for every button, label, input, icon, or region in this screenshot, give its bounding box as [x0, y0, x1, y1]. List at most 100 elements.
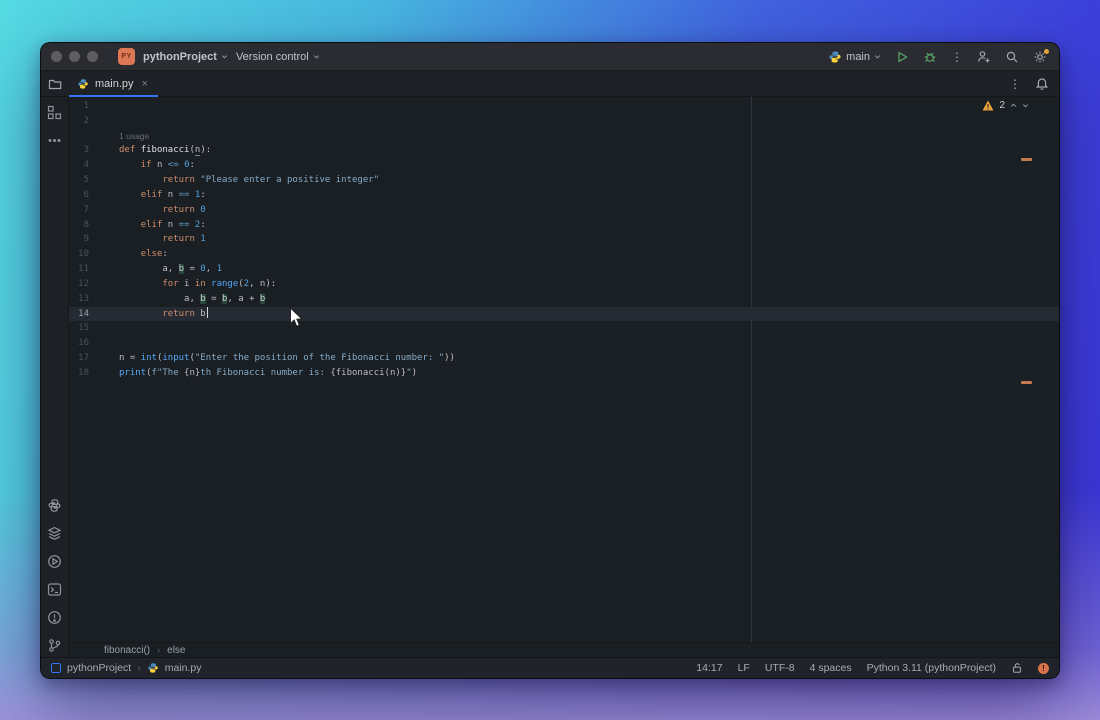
- breadcrumb-item[interactable]: else: [167, 645, 185, 656]
- git-tool-icon[interactable]: [47, 638, 62, 653]
- zoom-window-button[interactable]: [87, 51, 98, 62]
- editor-options-button[interactable]: ⋮: [1009, 78, 1021, 90]
- close-tab-icon[interactable]: ×: [142, 78, 148, 90]
- python-console-icon[interactable]: [47, 498, 62, 513]
- code-text: for i in range(2, n):: [119, 277, 276, 292]
- code-row[interactable]: 13 a, b = b, a + b: [69, 292, 1059, 307]
- code-row[interactable]: 17n = int(input("Enter the position of t…: [69, 351, 1059, 366]
- code-text: return b: [119, 307, 208, 322]
- line-number[interactable]: 11: [69, 262, 119, 277]
- close-window-button[interactable]: [51, 51, 62, 62]
- line-number[interactable]: 9: [69, 232, 119, 247]
- status-widget[interactable]: 4 spaces: [810, 662, 852, 674]
- code-row[interactable]: 5 return "Please enter a positive intege…: [69, 173, 1059, 188]
- line-number[interactable]: 3: [69, 143, 119, 158]
- run-button[interactable]: [895, 50, 909, 64]
- code-text: a, b = 0, 1: [119, 262, 222, 277]
- unlocked-icon[interactable]: [1011, 662, 1023, 674]
- macos-window-controls[interactable]: [51, 51, 98, 62]
- run-tool-icon[interactable]: [47, 554, 62, 569]
- line-number[interactable]: 1: [69, 99, 119, 114]
- notifications-bell-icon[interactable]: [1035, 77, 1049, 91]
- code-editor[interactable]: 121 usage3def fibonacci(n):4 if n <= 0:5…: [69, 97, 1059, 642]
- code-row[interactable]: 1: [69, 99, 1059, 114]
- line-number[interactable]: 2: [69, 114, 119, 129]
- usage-hint[interactable]: 1 usage: [69, 129, 149, 144]
- more-run-actions-button[interactable]: ⋮: [951, 51, 963, 63]
- code-row[interactable]: 10 else:: [69, 247, 1059, 262]
- code-lines: 121 usage3def fibonacci(n):4 if n <= 0:5…: [69, 97, 1059, 381]
- status-widget[interactable]: 14:17: [696, 662, 722, 674]
- next-problem-icon[interactable]: [1022, 102, 1029, 109]
- code-text: return "Please enter a positive integer": [119, 173, 379, 188]
- code-row[interactable]: 3def fibonacci(n):: [69, 143, 1059, 158]
- line-number[interactable]: 8: [69, 218, 119, 233]
- tab-main-py[interactable]: main.py ×: [69, 71, 158, 96]
- scrollbar-warning-mark[interactable]: [1021, 158, 1032, 161]
- code-row[interactable]: 18print(f"The {n}th Fibonacci number is:…: [69, 366, 1059, 381]
- previous-problem-icon[interactable]: [1010, 102, 1017, 109]
- code-row[interactable]: 9 return 1: [69, 232, 1059, 247]
- code-row[interactable]: 8 elif n == 2:: [69, 218, 1059, 233]
- line-number[interactable]: 18: [69, 366, 119, 381]
- tab-label: main.py: [95, 78, 134, 90]
- code-text: def fibonacci(n):: [119, 143, 211, 158]
- problems-tool-icon[interactable]: [47, 610, 62, 625]
- line-number[interactable]: 16: [69, 336, 119, 351]
- text-caret: [207, 307, 208, 318]
- line-number[interactable]: 10: [69, 247, 119, 262]
- search-icon[interactable]: [1005, 50, 1019, 64]
- python-file-icon: [828, 50, 842, 64]
- status-bar-widgets: 14:17 LF UTF-8 4 spaces Python 3.11 (pythonP…: [696, 662, 1049, 674]
- run-configuration-selector[interactable]: main: [828, 50, 881, 64]
- terminal-tool-icon[interactable]: [47, 582, 62, 597]
- code-row[interactable]: 15: [69, 321, 1059, 336]
- code-row[interactable]: 2: [69, 114, 1059, 129]
- code-row[interactable]: 14 return b: [69, 307, 1059, 322]
- project-widget[interactable]: pythonProject: [143, 51, 228, 63]
- code-row[interactable]: 16: [69, 336, 1059, 351]
- code-text: elif n == 2:: [119, 218, 206, 233]
- status-file-name[interactable]: main.py: [165, 662, 202, 674]
- line-number[interactable]: 7: [69, 203, 119, 218]
- inspections-widget[interactable]: 2: [982, 100, 1029, 111]
- code-row[interactable]: 6 elif n == 1:: [69, 188, 1059, 203]
- ide-window: PY pythonProject Version control main ⋮: [40, 42, 1060, 679]
- more-tool-windows-icon[interactable]: [47, 133, 62, 148]
- line-number[interactable]: 12: [69, 277, 119, 292]
- line-number[interactable]: 4: [69, 158, 119, 173]
- line-number[interactable]: 15: [69, 321, 119, 336]
- code-row[interactable]: 7 return 0: [69, 203, 1059, 218]
- structure-tool-icon[interactable]: [47, 105, 62, 120]
- project-tool-window-button[interactable]: [41, 71, 69, 96]
- line-number[interactable]: 14: [69, 307, 119, 322]
- status-project-name[interactable]: pythonProject: [67, 662, 131, 674]
- minimize-window-button[interactable]: [69, 51, 80, 62]
- code-text: return 0: [119, 203, 206, 218]
- line-number[interactable]: 17: [69, 351, 119, 366]
- chevron-down-icon: [221, 53, 228, 60]
- services-tool-icon[interactable]: [47, 526, 62, 541]
- line-number[interactable]: 5: [69, 173, 119, 188]
- version-control-widget[interactable]: Version control: [236, 51, 320, 63]
- line-number[interactable]: 6: [69, 188, 119, 203]
- breadcrumb-item[interactable]: fibonacci(): [104, 645, 150, 656]
- status-widget[interactable]: Python 3.11 (pythonProject): [867, 662, 996, 674]
- code-row[interactable]: 11 a, b = 0, 1: [69, 262, 1059, 277]
- warning-count: 2: [999, 100, 1005, 111]
- code-row[interactable]: 12 for i in range(2, n):: [69, 277, 1059, 292]
- notification-badge[interactable]: !: [1038, 663, 1049, 674]
- status-widget[interactable]: UTF-8: [765, 662, 795, 674]
- settings-button[interactable]: [1033, 50, 1047, 64]
- code-text: print(f"The {n}th Fibonacci number is: {…: [119, 366, 417, 381]
- usage-hint-row[interactable]: 1 usage: [69, 129, 1059, 144]
- status-widget[interactable]: LF: [738, 662, 750, 674]
- code-with-me-icon[interactable]: [977, 50, 991, 64]
- debug-button[interactable]: [923, 50, 937, 64]
- line-number[interactable]: 13: [69, 292, 119, 307]
- scrollbar-warning-mark[interactable]: [1021, 381, 1032, 384]
- code-text: elif n == 1:: [119, 188, 206, 203]
- code-text: if n <= 0:: [119, 158, 195, 173]
- code-row[interactable]: 4 if n <= 0:: [69, 158, 1059, 173]
- mouse-cursor: [289, 307, 304, 328]
